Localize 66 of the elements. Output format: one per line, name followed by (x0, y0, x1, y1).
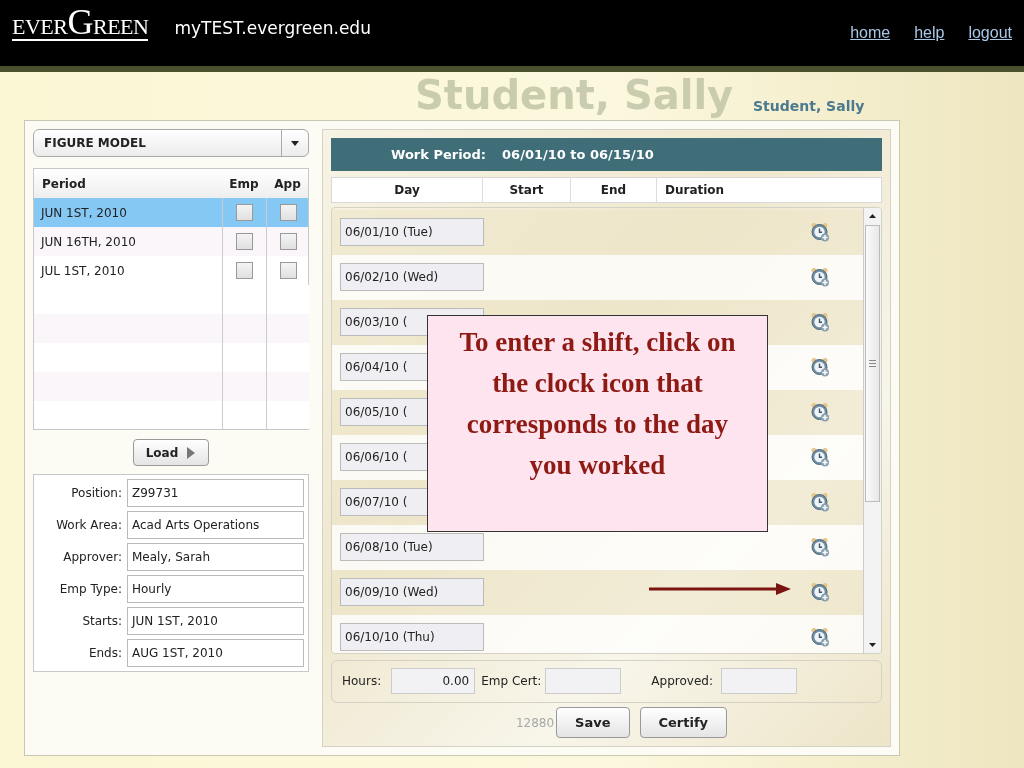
column-header: End (570, 178, 656, 202)
app-checkbox[interactable] (279, 204, 297, 221)
period-row[interactable]: JUN 16TH, 2010 (34, 227, 308, 256)
column-header: Start (482, 178, 570, 202)
column-header: App (273, 176, 302, 191)
clock-add-icon[interactable] (810, 537, 830, 558)
play-arrow-icon (186, 445, 197, 460)
clock-add-icon[interactable] (810, 402, 830, 423)
field-label: Emp Type: (58, 582, 123, 596)
emp-checkbox[interactable] (236, 262, 253, 279)
emp-cert-label: Emp Cert: (481, 674, 542, 689)
period-date: JUN 1ST, 2010 (39, 205, 128, 220)
detail-field: Z99731 (127, 479, 304, 507)
grip-icon (868, 358, 877, 368)
day-field: 06/09/10 (Wed) (340, 578, 484, 607)
day-field: 06/01/10 (Tue) (340, 218, 484, 247)
clock-add-icon[interactable] (810, 492, 830, 513)
day-field: 06/02/10 (Wed) (340, 263, 484, 292)
record-id: 12880 (515, 715, 555, 730)
hours-field: 0.00 (391, 668, 476, 695)
period-date: JUN 16TH, 2010 (39, 234, 137, 249)
load-button[interactable]: Load (132, 439, 210, 466)
field-label: Starts: (81, 614, 123, 628)
clock-add-icon[interactable] (810, 627, 830, 648)
site-name: myTEST.evergreen.edu (174, 18, 371, 38)
clock-add-icon[interactable] (810, 357, 830, 378)
field-label: Approver: (62, 550, 123, 564)
instruction-tooltip: To enter a shift, click on the clock icon that corresponds to the day you worked (427, 315, 768, 532)
detail-field: AUG 1ST, 2010 (127, 639, 304, 667)
work-period-label: Work Period: (391, 147, 487, 163)
nav-link[interactable]: home (850, 24, 891, 42)
day-field: 06/08/10 (Tue) (340, 533, 484, 562)
certify-button[interactable]: Certify (639, 707, 728, 738)
emp-checkbox[interactable] (236, 233, 253, 250)
scrollbar[interactable] (863, 207, 881, 653)
column-header: Emp (228, 176, 260, 191)
clock-add-icon[interactable] (810, 447, 830, 468)
work-period-range: 06/01/10 to 06/15/10 (502, 147, 654, 163)
approved-label: Approved: (651, 674, 713, 689)
field-label: Work Area: (55, 518, 123, 532)
app-checkbox[interactable] (279, 233, 297, 250)
hours-label: Hours: (342, 674, 382, 689)
app-checkbox[interactable] (279, 262, 297, 279)
nav-link[interactable]: help (914, 24, 945, 42)
emp-checkbox[interactable] (236, 204, 253, 221)
column-header: Day (393, 182, 421, 200)
field-label: Ends: (87, 646, 123, 660)
clock-add-icon[interactable] (810, 267, 830, 288)
field-label: Position: (70, 486, 123, 500)
program-select[interactable]: FIGURE MODEL (33, 129, 309, 157)
detail-field: Hourly (127, 575, 304, 603)
column-header: Period (41, 176, 87, 191)
save-button[interactable]: Save (556, 707, 630, 738)
evergreen-logo: EVERGREEN (12, 11, 149, 41)
day-field: 06/10/10 (Thu) (340, 623, 484, 652)
period-date: JUL 1ST, 2010 (39, 263, 126, 278)
nav-link[interactable]: logout (968, 24, 1012, 42)
clock-add-icon[interactable] (810, 582, 830, 603)
clock-add-icon[interactable] (810, 312, 830, 333)
detail-field: Acad Arts Operations (127, 511, 304, 539)
clock-add-icon[interactable] (810, 222, 830, 243)
user-name: Student, Sally (753, 98, 865, 114)
detail-field: Mealy, Sarah (127, 543, 304, 571)
detail-field: JUN 1ST, 2010 (127, 607, 304, 635)
period-row[interactable]: JUN 1ST, 2010 (34, 198, 308, 227)
column-header: Duration (656, 178, 881, 202)
